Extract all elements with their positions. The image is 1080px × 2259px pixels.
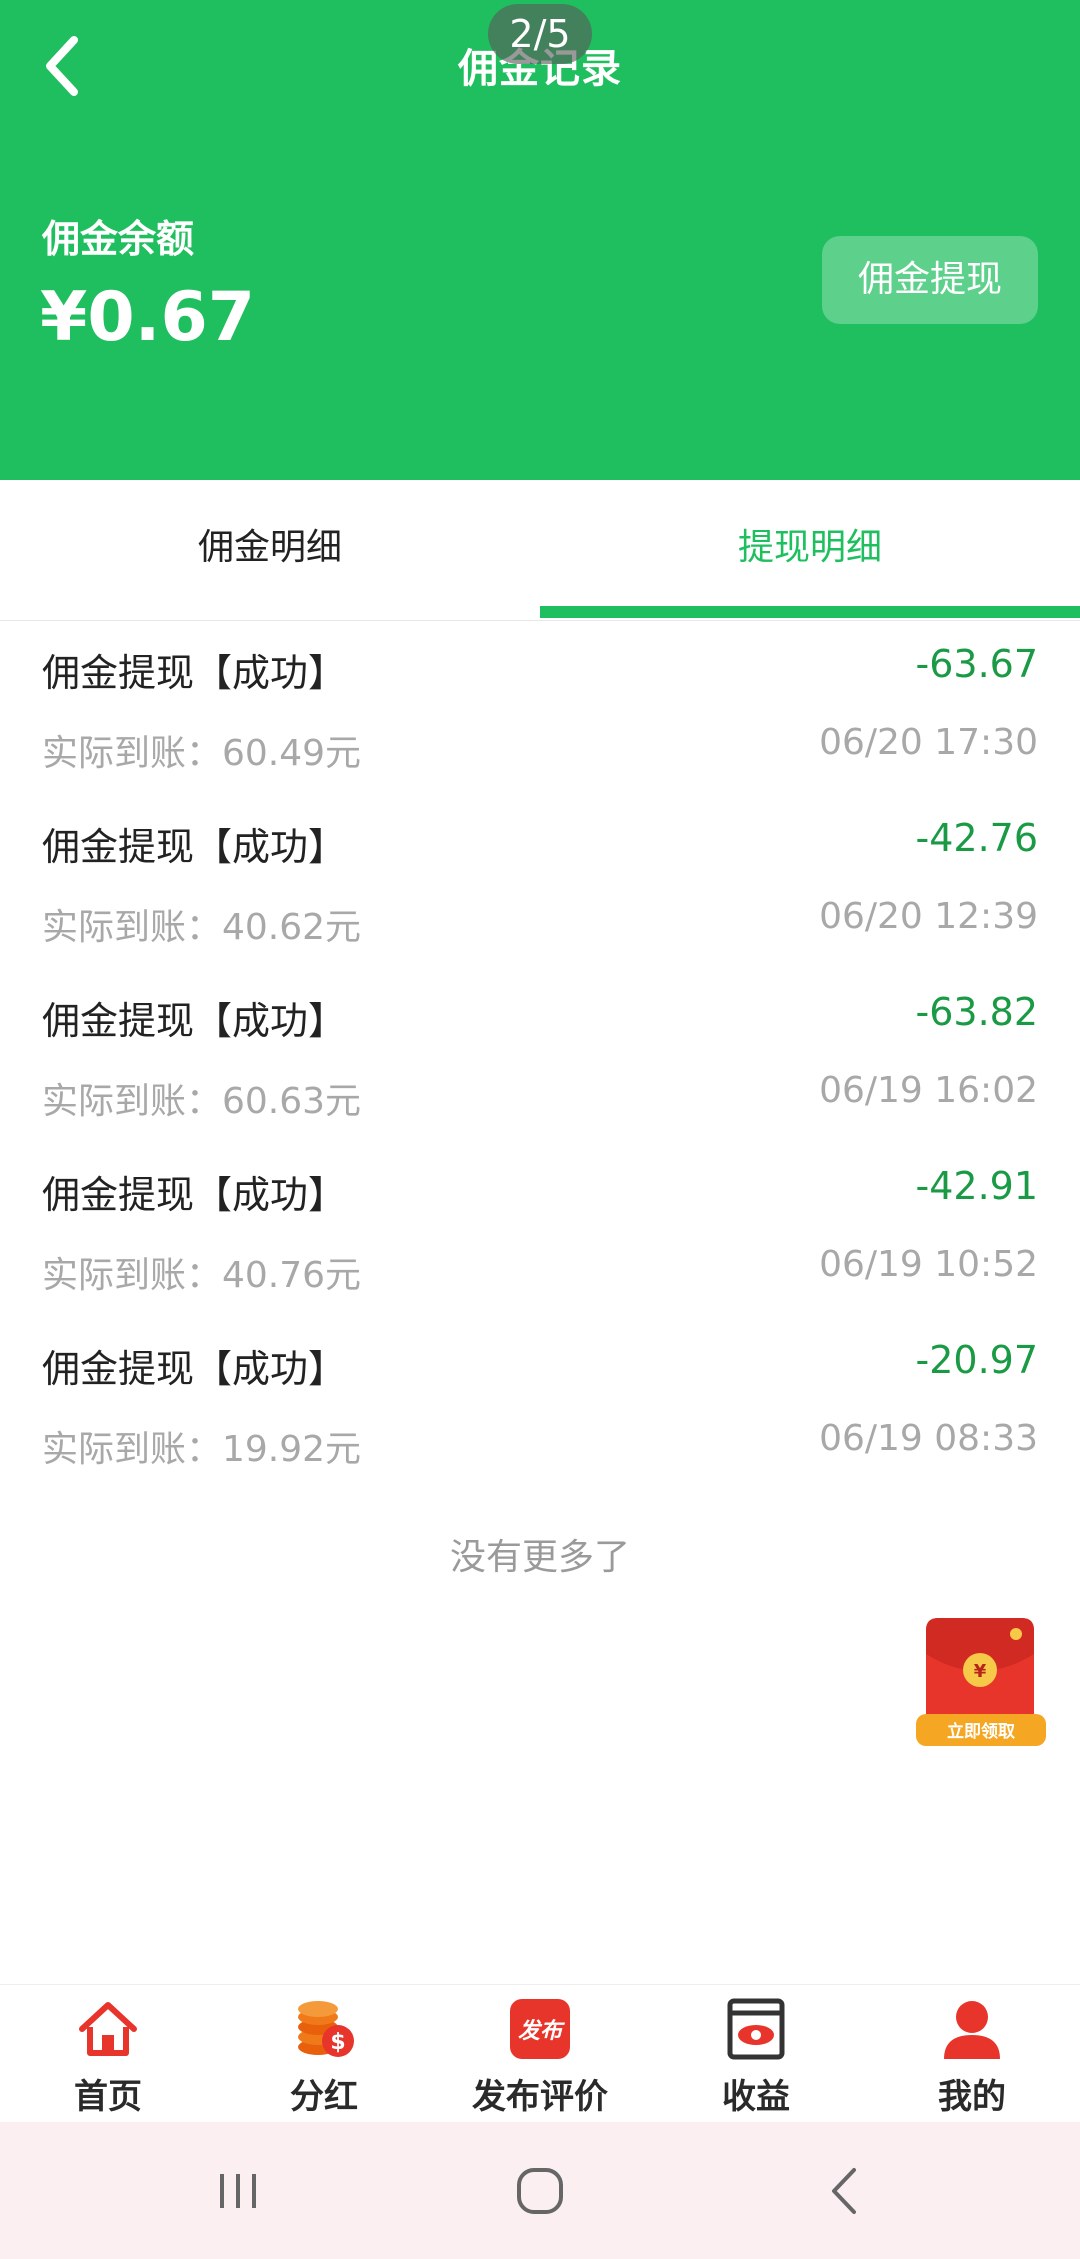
withdraw-button[interactable]: 佣金提现 bbox=[822, 236, 1038, 324]
nav-label: 首页 bbox=[74, 2077, 142, 2117]
list-item[interactable]: 佣金提现【成功】 -42.76 实际到账：40.62元 06/20 12:39 bbox=[0, 796, 1080, 970]
publish-icon-text: 发布 bbox=[518, 2018, 565, 2044]
record-actual-received: 实际到账：40.62元 bbox=[42, 907, 362, 948]
balance-amount: ¥0.67 bbox=[40, 278, 256, 357]
recent-apps-button[interactable] bbox=[198, 2156, 278, 2226]
record-title: 佣金提现【成功】 bbox=[42, 1347, 347, 1391]
chevron-left-icon bbox=[832, 2168, 856, 2214]
record-time: 06/19 10:52 bbox=[819, 1244, 1038, 1285]
nav-label: 分红 bbox=[290, 2077, 358, 2117]
record-time: 06/20 12:39 bbox=[819, 896, 1038, 937]
record-title: 佣金提现【成功】 bbox=[42, 825, 347, 869]
tab-withdrawal-details[interactable]: 提现明细 bbox=[540, 480, 1080, 620]
red-packet-symbol: ¥ bbox=[974, 1661, 987, 1682]
page-indicator: 2/5 bbox=[488, 4, 592, 64]
record-actual-received: 实际到账：60.63元 bbox=[42, 1081, 362, 1122]
header: 佣金记录 2/5 佣金余额 ¥0.67 佣金提现 bbox=[0, 0, 1080, 480]
balance-label: 佣金余额 bbox=[42, 217, 195, 261]
red-packet-label: 立即领取 bbox=[947, 1721, 1015, 1742]
record-amount: -42.76 bbox=[915, 816, 1039, 860]
back-system-button[interactable] bbox=[804, 2156, 884, 2226]
home-system-button[interactable] bbox=[500, 2156, 580, 2226]
profile-icon bbox=[944, 2001, 1000, 2059]
record-title: 佣金提现【成功】 bbox=[42, 651, 347, 695]
home-circle-icon bbox=[517, 2168, 563, 2214]
active-tab-indicator bbox=[540, 606, 1080, 618]
list-item[interactable]: 佣金提现【成功】 -20.97 实际到账：19.92元 06/19 08:33 bbox=[0, 1318, 1080, 1492]
no-more-label: 没有更多了 bbox=[449, 1537, 630, 1578]
record-actual-received: 实际到账：19.92元 bbox=[42, 1429, 362, 1470]
nav-dividend[interactable]: $ 分红 bbox=[216, 1985, 432, 2123]
record-amount: -63.67 bbox=[915, 642, 1039, 686]
red-packet-button[interactable]: ¥ 立即领取 bbox=[916, 1614, 1046, 1750]
record-time: 06/20 17:30 bbox=[819, 722, 1038, 763]
record-amount: -20.97 bbox=[915, 1338, 1039, 1382]
list-item[interactable]: 佣金提现【成功】 -63.82 实际到账：60.63元 06/19 16:02 bbox=[0, 970, 1080, 1144]
publish-icon: 发布 bbox=[510, 1999, 570, 2059]
nav-label: 收益 bbox=[722, 2077, 790, 2117]
tab-bar: 佣金明细 提现明细 bbox=[0, 480, 1080, 621]
record-actual-received: 实际到账：60.49元 bbox=[42, 733, 362, 774]
bottom-nav: 首页 $ 分红 发布 发布评价 收益 我的 bbox=[0, 1984, 1080, 2123]
record-time: 06/19 08:33 bbox=[819, 1418, 1038, 1459]
svg-text:$: $ bbox=[330, 2030, 345, 2055]
coins-icon: $ bbox=[298, 2001, 354, 2057]
withdrawal-list: 佣金提现【成功】 -63.67 实际到账：60.49元 06/20 17:30 … bbox=[0, 622, 1080, 1492]
system-nav-bar bbox=[0, 2122, 1080, 2259]
recent-apps-icon bbox=[220, 2174, 256, 2208]
record-title: 佣金提现【成功】 bbox=[42, 999, 347, 1043]
earnings-icon bbox=[727, 1998, 785, 2060]
nav-profile[interactable]: 我的 bbox=[864, 1985, 1080, 2123]
nav-home[interactable]: 首页 bbox=[0, 1985, 216, 2123]
nav-label: 发布评价 bbox=[472, 2077, 608, 2117]
list-item[interactable]: 佣金提现【成功】 -63.67 实际到账：60.49元 06/20 17:30 bbox=[0, 622, 1080, 796]
record-actual-received: 实际到账：40.76元 bbox=[42, 1255, 362, 1296]
record-amount: -63.82 bbox=[915, 990, 1039, 1034]
record-title: 佣金提现【成功】 bbox=[42, 1173, 347, 1217]
nav-publish-review[interactable]: 发布 发布评价 bbox=[432, 1985, 648, 2123]
home-icon bbox=[79, 2002, 137, 2056]
record-time: 06/19 16:02 bbox=[819, 1070, 1038, 1111]
record-amount: -42.91 bbox=[915, 1164, 1039, 1208]
tab-commission-details[interactable]: 佣金明细 bbox=[0, 480, 540, 620]
nav-earnings[interactable]: 收益 bbox=[648, 1985, 864, 2123]
nav-label: 我的 bbox=[938, 2077, 1006, 2117]
list-item[interactable]: 佣金提现【成功】 -42.91 实际到账：40.76元 06/19 10:52 bbox=[0, 1144, 1080, 1318]
red-packet-icon: ¥ 立即领取 bbox=[916, 1618, 1046, 1746]
